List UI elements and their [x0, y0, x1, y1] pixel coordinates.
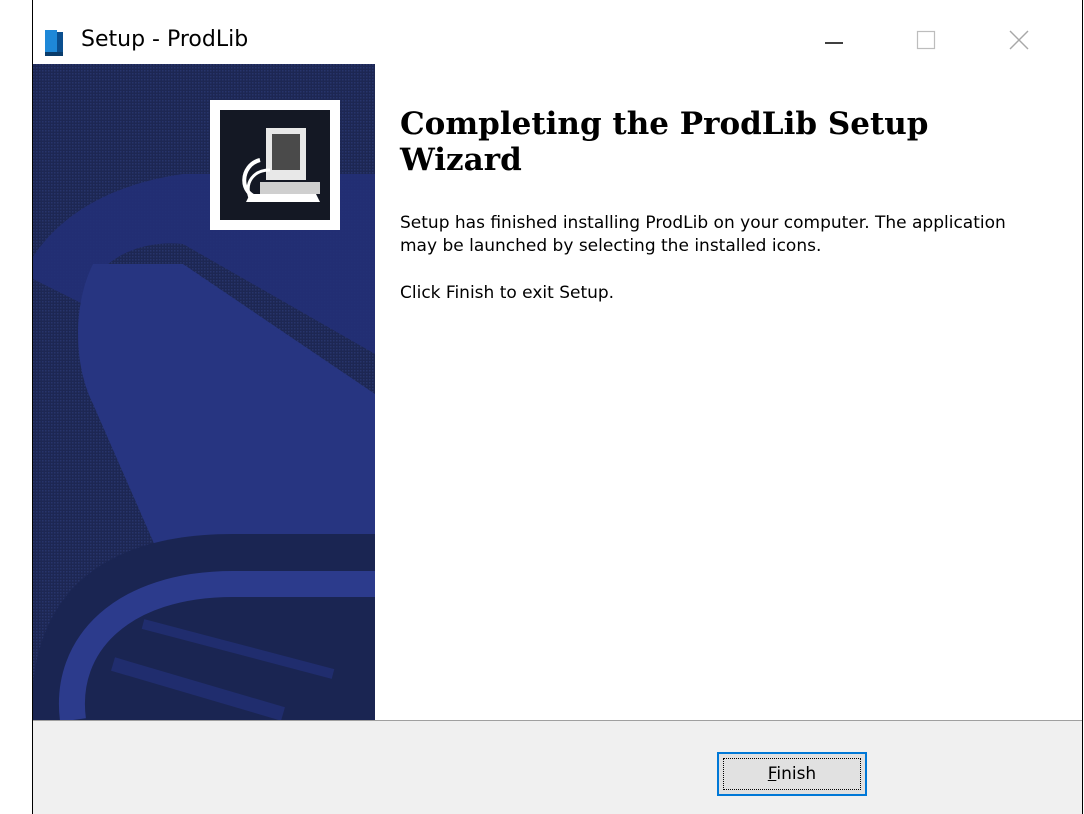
setup-computer-icon: [210, 100, 340, 230]
finish-button[interactable]: Finish: [717, 752, 867, 796]
title-bar[interactable]: Setup - ProdLib: [33, 0, 1082, 64]
close-icon: [1009, 30, 1029, 50]
page-title: Completing the ProdLib Setup Wizard: [400, 106, 929, 178]
wizard-body: Completing the ProdLib Setup Wizard Setu…: [33, 64, 1082, 720]
finish-button-label: Finish: [767, 764, 817, 784]
minimize-button[interactable]: [806, 20, 862, 60]
setup-window: Setup - ProdLib Completing the ProdLib S…: [32, 0, 1083, 814]
exit-instruction: Click Finish to exit Setup.: [400, 283, 615, 303]
close-button[interactable]: [991, 20, 1047, 60]
maximize-button[interactable]: [898, 20, 954, 60]
wizard-side-panel: [33, 64, 375, 720]
maximize-icon: [916, 30, 936, 50]
minimize-icon: [825, 42, 843, 44]
installer-book-icon: [45, 30, 63, 56]
footer-divider: [33, 720, 1082, 721]
finish-message: Setup has finished installing ProdLib on…: [400, 213, 1006, 256]
wizard-content: Completing the ProdLib Setup Wizard Setu…: [400, 106, 1060, 305]
window-title: Setup - ProdLib: [81, 27, 249, 52]
